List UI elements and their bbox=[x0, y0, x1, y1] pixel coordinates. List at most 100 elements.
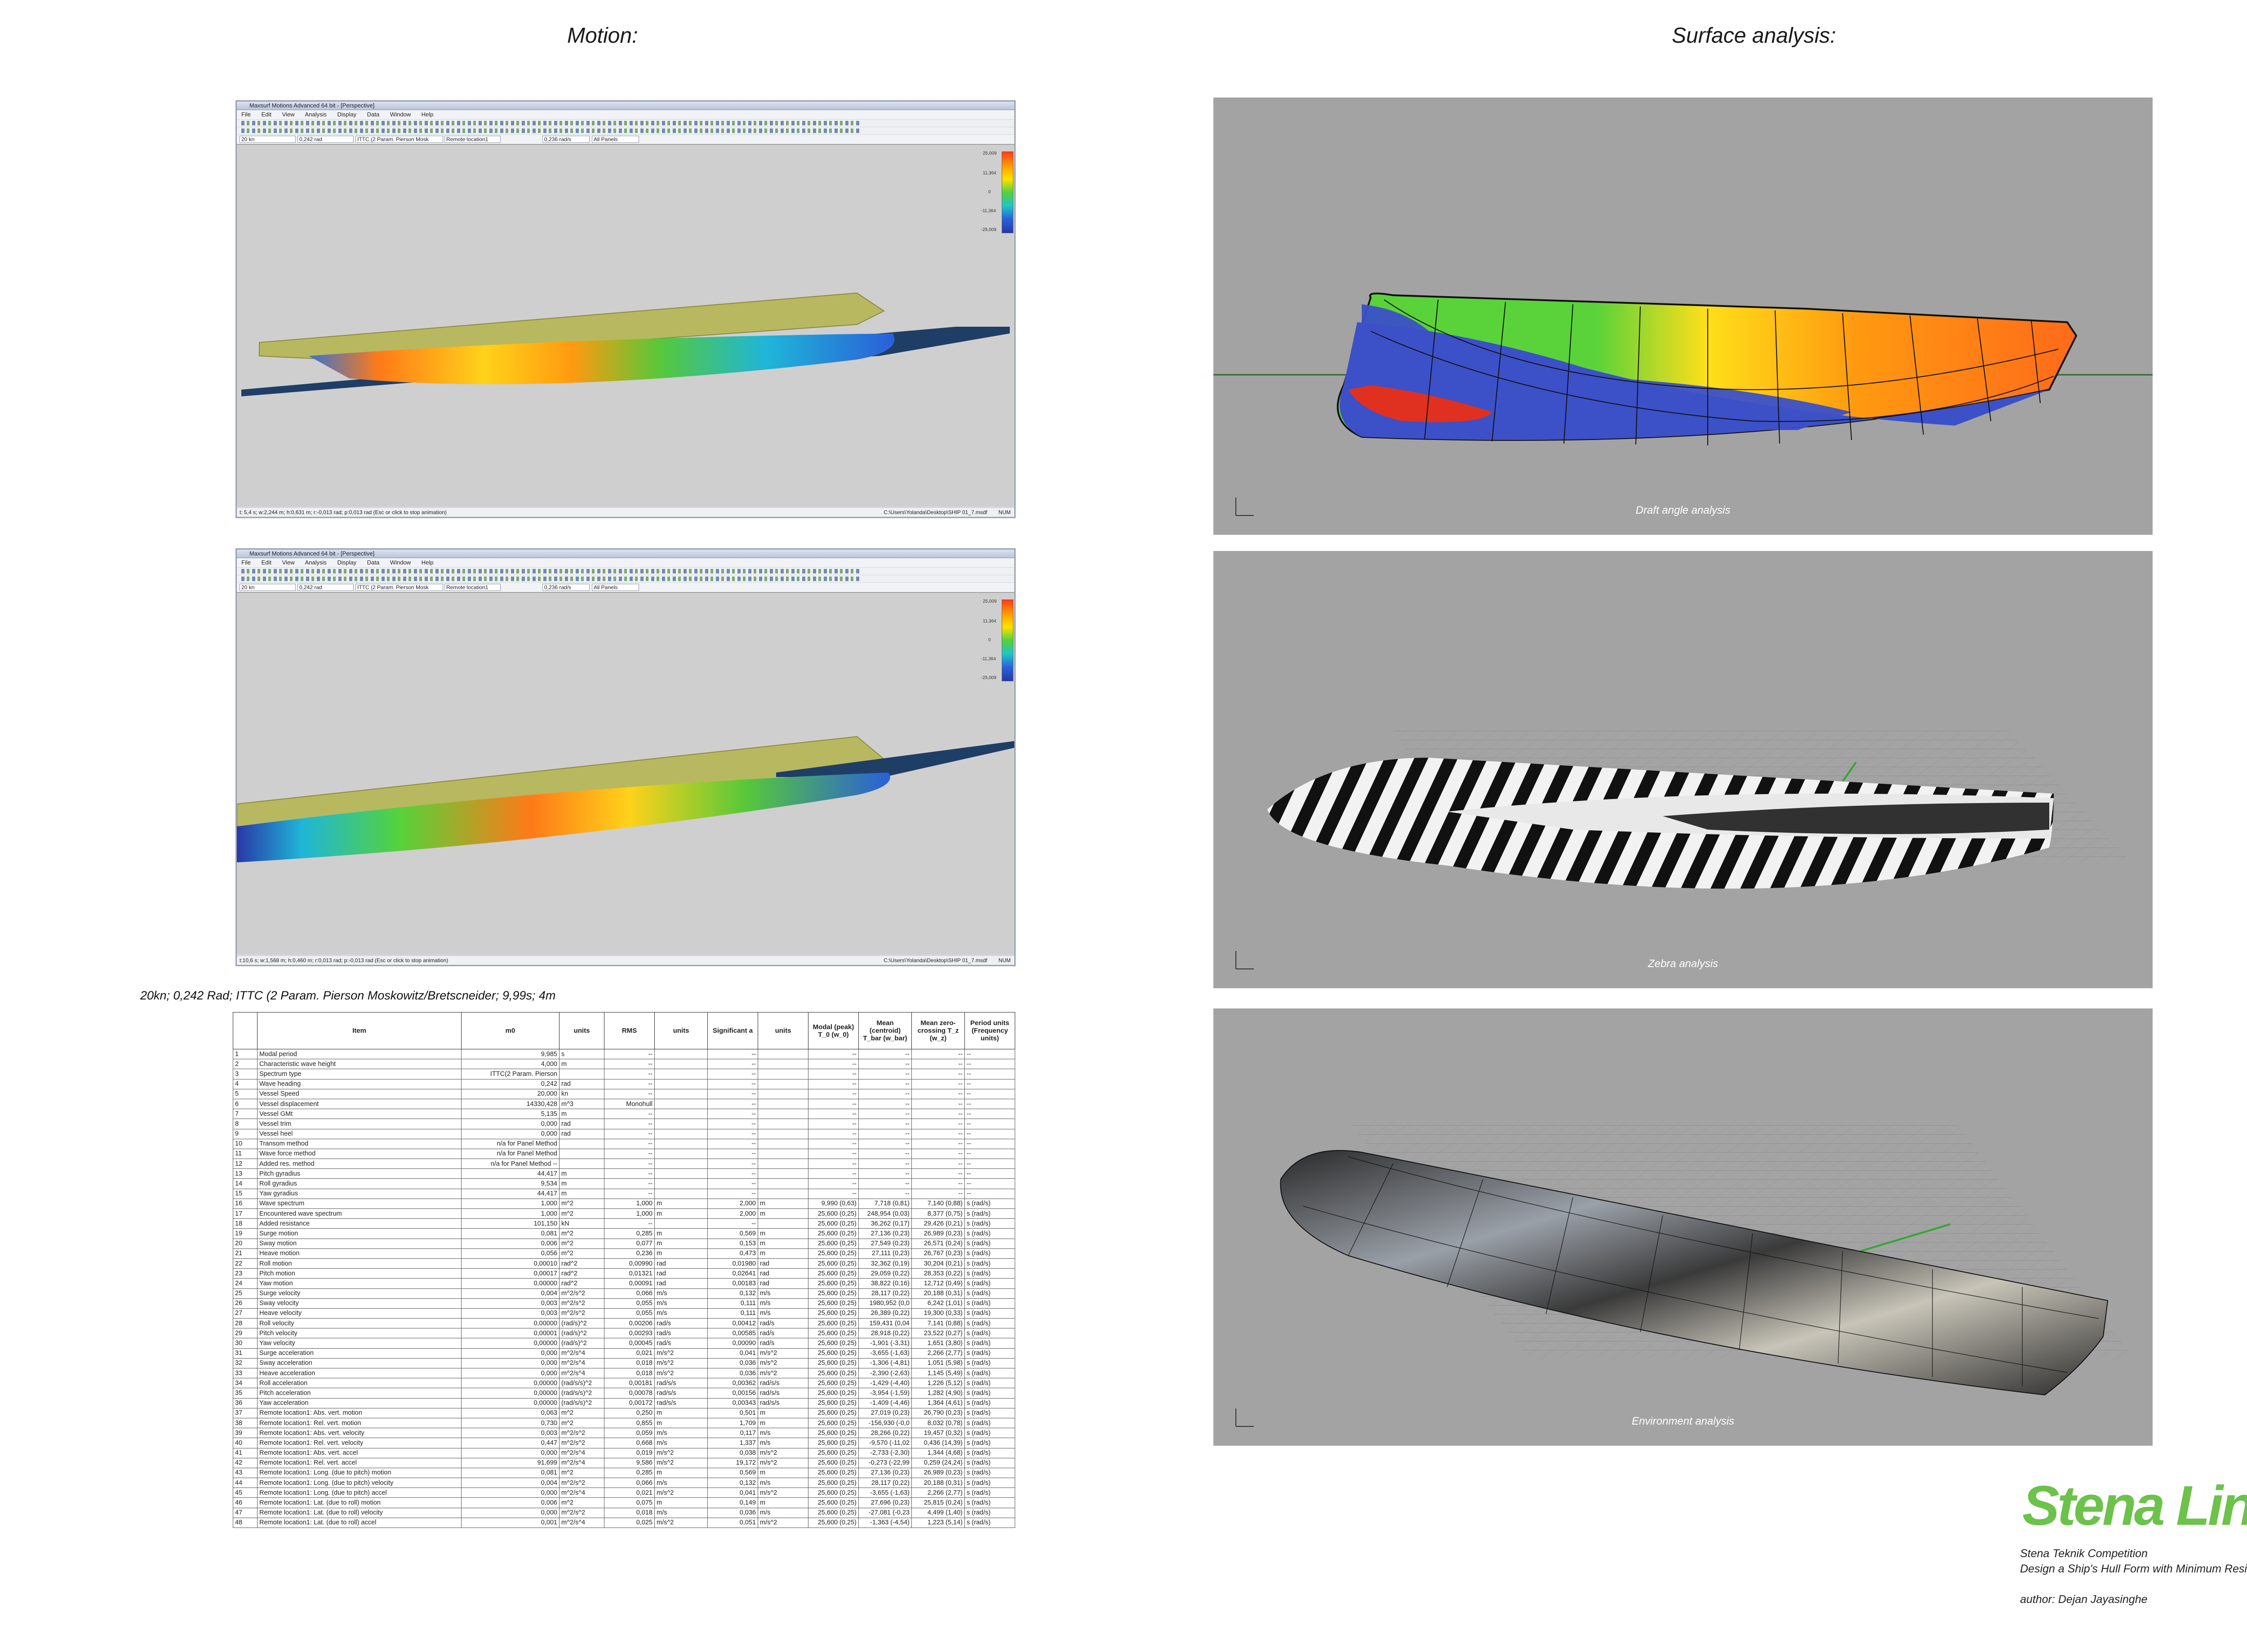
table-cell: -- bbox=[964, 1059, 1015, 1070]
heading-select[interactable]: 0,242 rad bbox=[298, 584, 354, 591]
table-cell: s (rad/s) bbox=[964, 1218, 1015, 1229]
menu-edit[interactable]: Edit bbox=[262, 111, 271, 118]
table-cell: m/s^2 bbox=[758, 1488, 808, 1498]
motion-heading: Motion: bbox=[567, 24, 638, 48]
menu-view[interactable]: View bbox=[282, 111, 295, 118]
table-cell bbox=[758, 1059, 808, 1070]
table-cell: 25,600 (0,25) bbox=[808, 1318, 859, 1329]
table-cell: Roll velocity bbox=[257, 1318, 462, 1329]
menu-analysis[interactable]: Analysis bbox=[305, 111, 326, 118]
table-cell: 25,600 (0,25) bbox=[808, 1478, 859, 1488]
table-cell: 0,00183 bbox=[707, 1278, 758, 1289]
table-row: 12 Added res. method n/a for Panel Method … bbox=[233, 1159, 1015, 1169]
table-row: 41 Remote location1: Abs. vert. accel 0,00… bbox=[233, 1448, 1015, 1458]
stena-line-logo: Stena Line bbox=[2022, 1475, 2247, 1537]
menu-help[interactable]: Help bbox=[422, 111, 434, 118]
table-cell bbox=[559, 1138, 604, 1149]
menu-help[interactable]: Help bbox=[422, 559, 434, 566]
table-cell bbox=[559, 1159, 604, 1169]
table-row: 44 Remote location1: Long. (due to pitch)… bbox=[233, 1478, 1015, 1488]
table-cell: 26,389 (0,22) bbox=[858, 1308, 912, 1319]
table-cell: 0,004 bbox=[461, 1478, 560, 1488]
table-cell: rad/s bbox=[758, 1328, 808, 1339]
panels-select[interactable]: All Panels bbox=[592, 136, 639, 143]
table-cell: 0,000 bbox=[461, 1348, 560, 1359]
table-cell: m^2/s^2 bbox=[559, 1308, 604, 1319]
table-cell: m bbox=[654, 1228, 708, 1239]
table-cell: s (rad/s) bbox=[964, 1348, 1015, 1359]
menu-file[interactable]: File bbox=[241, 559, 251, 566]
table-cell: s (rad/s) bbox=[964, 1428, 1015, 1439]
table-cell: 1,364 (4,61) bbox=[911, 1398, 965, 1408]
table-cell: 28,266 (0,22) bbox=[858, 1428, 912, 1439]
menu-data[interactable]: Data bbox=[367, 559, 379, 566]
spectrum-select[interactable]: ITTC (2 Param. Pierson Mosk bbox=[355, 136, 443, 143]
speed-select[interactable]: 20 kn bbox=[240, 584, 296, 591]
toolbar-icons[interactable] bbox=[241, 129, 861, 133]
location-select[interactable]: Remote location1 bbox=[444, 136, 501, 143]
menu-window[interactable]: Window bbox=[390, 559, 411, 566]
table-cell: Remote location1: Abs. vert. accel bbox=[257, 1448, 462, 1458]
menu-analysis[interactable]: Analysis bbox=[305, 559, 326, 566]
table-cell: -- bbox=[604, 1088, 655, 1099]
table-cell: Added res. method bbox=[257, 1159, 462, 1169]
table-cell: 91,699 bbox=[461, 1457, 560, 1468]
table-cell: 7,141 (0,88) bbox=[911, 1318, 965, 1329]
perspective-viewport[interactable]: 25,009 11,364 0 -11,364 -25,009 bbox=[237, 144, 1014, 507]
table-cell bbox=[758, 1119, 808, 1129]
zebra-panel: Zebra analysis bbox=[1213, 551, 2153, 988]
menu-display[interactable]: Display bbox=[337, 111, 357, 118]
spectrum-select[interactable]: ITTC (2 Param. Pierson Mosk bbox=[355, 584, 443, 591]
window-title: Maxsurf Motions Advanced 64 bit - [Persp… bbox=[237, 550, 1014, 558]
frequency-select[interactable]: 0,236 rad/s bbox=[542, 136, 590, 143]
table-cell: 0,021 bbox=[604, 1348, 655, 1359]
table-cell: s (rad/s) bbox=[964, 1488, 1015, 1498]
table-cell bbox=[758, 1188, 808, 1199]
table-cell: Yaw acceleration bbox=[257, 1398, 462, 1408]
table-cell: -- bbox=[911, 1059, 965, 1070]
table-row: 42 Remote location1: Rel. vert. accel 91,6… bbox=[233, 1457, 1015, 1468]
table-cell: 19,300 (0,33) bbox=[911, 1308, 965, 1319]
table-cell: -3,655 (-1,63) bbox=[858, 1348, 912, 1359]
table-cell: 25,600 (0,25) bbox=[808, 1428, 859, 1439]
menu-view[interactable]: View bbox=[282, 559, 295, 566]
toolbar-icons[interactable] bbox=[241, 121, 861, 125]
panels-select[interactable]: All Panels bbox=[592, 584, 639, 591]
table-cell: 9,534 bbox=[461, 1178, 560, 1189]
table-cell: 15 bbox=[233, 1188, 258, 1199]
table-cell: Remote location1: Abs. vert. velocity bbox=[257, 1428, 462, 1439]
table-cell: m bbox=[758, 1417, 808, 1429]
menu-file[interactable]: File bbox=[241, 111, 251, 118]
table-cell: 0,00090 bbox=[707, 1338, 758, 1349]
toolbar-icons[interactable] bbox=[241, 569, 861, 573]
table-cell: 0,00585 bbox=[707, 1328, 758, 1339]
table-cell: 7,718 (0,81) bbox=[858, 1198, 912, 1209]
location-select[interactable]: Remote location1 bbox=[444, 584, 501, 591]
table-cell: 0,000 bbox=[461, 1488, 560, 1498]
hull-render bbox=[1267, 731, 2135, 889]
perspective-viewport[interactable]: 25,009 11,364 0 -11,364 -25,009 bbox=[237, 592, 1014, 955]
table-cell: 25,600 (0,25) bbox=[808, 1238, 859, 1249]
table-cell: Remote location1: Abs. vert. motion bbox=[257, 1408, 462, 1418]
menu-edit[interactable]: Edit bbox=[262, 559, 271, 566]
table-cell: Roll motion bbox=[257, 1258, 462, 1269]
table-cell: rad bbox=[758, 1258, 808, 1269]
toolbar-icons[interactable] bbox=[241, 577, 861, 581]
table-cell: 25,600 (0,25) bbox=[808, 1417, 859, 1429]
table-cell: m/s bbox=[758, 1438, 808, 1448]
table-cell: -- bbox=[707, 1168, 758, 1179]
menu-window[interactable]: Window bbox=[390, 111, 411, 118]
heading-select[interactable]: 0,242 rad bbox=[298, 136, 354, 143]
table-cell: s (rad/s) bbox=[964, 1448, 1015, 1458]
table-cell: 0,285 bbox=[604, 1228, 655, 1239]
speed-select[interactable]: 20 kn bbox=[240, 136, 296, 143]
table-cell: 9,990 (0,63) bbox=[808, 1198, 859, 1209]
frequency-select[interactable]: 0,236 rad/s bbox=[542, 584, 590, 591]
table-cell: -- bbox=[964, 1069, 1015, 1079]
table-cell: m^2/s^4 bbox=[559, 1358, 604, 1369]
menu-display[interactable]: Display bbox=[337, 559, 357, 566]
menu-data[interactable]: Data bbox=[367, 111, 379, 118]
colorbar-label: 25,009 bbox=[983, 151, 997, 156]
table-cell: m^2/s^2 bbox=[559, 1298, 604, 1309]
table-cell: -- bbox=[858, 1138, 912, 1149]
